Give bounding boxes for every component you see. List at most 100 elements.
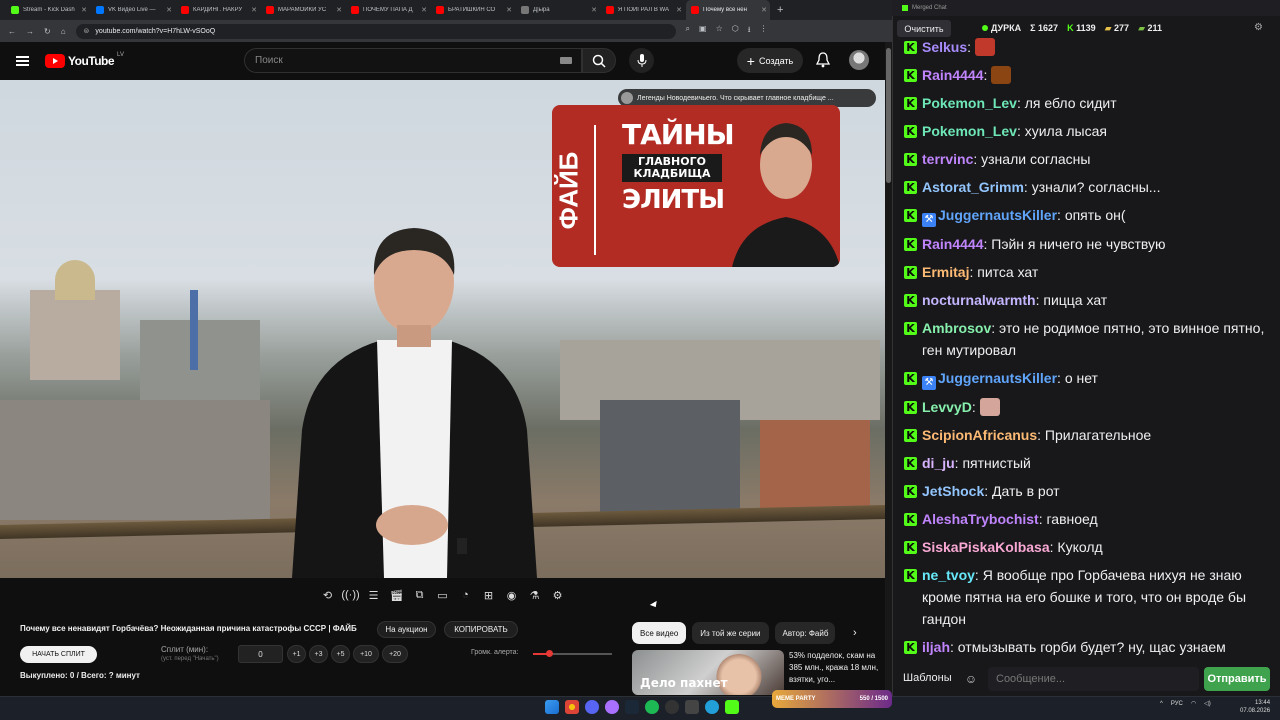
chat-username[interactable]: LevvyD bbox=[922, 399, 972, 415]
chat-username[interactable]: JuggernautsKiller bbox=[938, 207, 1057, 223]
browser-tab[interactable]: VK Видео Live — ✕ bbox=[91, 0, 175, 20]
tab-close-icon[interactable]: ✕ bbox=[761, 6, 767, 14]
increment-button-10[interactable]: +10 bbox=[353, 645, 379, 663]
telegram-icon[interactable] bbox=[705, 700, 719, 714]
app-purple-icon[interactable] bbox=[605, 700, 619, 714]
discord-icon[interactable] bbox=[585, 700, 599, 714]
chat-username[interactable]: Pokemon_Lev bbox=[922, 123, 1017, 139]
meme-party-widget[interactable]: MEME PARTY 550 / 1500 bbox=[772, 690, 892, 708]
tab-close-icon[interactable]: ✕ bbox=[251, 6, 257, 14]
home-icon[interactable]: ⌂ bbox=[61, 27, 66, 36]
search-input[interactable]: Поиск bbox=[244, 48, 582, 73]
extensions-icon[interactable]: ⬡ bbox=[732, 24, 739, 38]
flask-icon[interactable]: ⚗ bbox=[525, 586, 544, 604]
add-clip-icon[interactable]: ⊞ bbox=[479, 586, 498, 604]
browser-tab[interactable]: Д|ыра ✕ bbox=[516, 0, 600, 20]
chat-username[interactable]: iljah bbox=[922, 639, 950, 655]
tab-close-icon[interactable]: ✕ bbox=[591, 6, 597, 14]
increment-button-3[interactable]: +3 bbox=[309, 645, 328, 663]
user-avatar[interactable] bbox=[849, 50, 869, 70]
scrollbar-thumb[interactable] bbox=[886, 48, 891, 183]
chat-username[interactable]: Astorat_Grimm bbox=[922, 179, 1024, 195]
create-button[interactable]: + Создать bbox=[737, 48, 803, 73]
chat-username[interactable]: Rain4444 bbox=[922, 67, 983, 83]
reload-icon[interactable]: ↻ bbox=[44, 27, 51, 36]
speedometer-icon[interactable]: ◔ bbox=[456, 586, 475, 604]
send-button[interactable]: Отправить bbox=[1204, 667, 1270, 691]
steam-icon[interactable] bbox=[625, 700, 639, 714]
obs-icon[interactable] bbox=[665, 700, 679, 714]
picture-in-picture-icon[interactable]: ⧉ bbox=[410, 586, 429, 604]
chrome-icon[interactable] bbox=[565, 700, 579, 714]
keyboard-icon[interactable] bbox=[560, 57, 572, 64]
theater-mode-icon[interactable]: ▭ bbox=[433, 586, 452, 604]
chat-username[interactable]: terrvinc bbox=[922, 151, 973, 167]
clear-chat-button[interactable]: Очистить bbox=[897, 20, 951, 37]
browser-tab[interactable]: КАРДИНГ. НАКРУ ✕ bbox=[176, 0, 260, 20]
chat-username[interactable]: Rain4444 bbox=[922, 236, 983, 252]
tray-chevron-icon[interactable]: ^ bbox=[1160, 701, 1163, 707]
browser-tab[interactable]: Stream - Kick Dash ✕ bbox=[6, 0, 90, 20]
start-windows-icon[interactable] bbox=[545, 700, 559, 714]
split-minutes-input[interactable]: 0 bbox=[238, 645, 283, 663]
chip-all-videos[interactable]: Все видео bbox=[632, 622, 687, 644]
address-bar[interactable]: ⊜ youtube.com/watch?v=H7hLW-vSOoQ bbox=[75, 23, 676, 39]
alert-volume-knob[interactable] bbox=[545, 650, 553, 657]
chip-same-series[interactable]: Из той же серии bbox=[692, 622, 769, 644]
wifi-icon[interactable]: ◠ bbox=[1191, 700, 1196, 707]
tab-close-icon[interactable]: ✕ bbox=[336, 6, 342, 14]
browser-tab[interactable]: БРАТИШКИН СО ✕ bbox=[431, 0, 515, 20]
chat-username[interactable]: ne_tvoy bbox=[922, 567, 975, 583]
forward-icon[interactable]: → bbox=[26, 27, 34, 36]
clock[interactable]: 13:44 07.08.2026 bbox=[1240, 699, 1270, 715]
cast-icon[interactable]: ▣ bbox=[699, 24, 707, 38]
chat-username[interactable]: Pokemon_Lev bbox=[922, 95, 1017, 111]
youtube-logo[interactable]: YouTube LV bbox=[45, 52, 124, 68]
chat-username[interactable]: Ermitaj bbox=[922, 264, 969, 280]
playlist-settings-icon[interactable]: ☰ bbox=[364, 586, 383, 604]
search-button[interactable] bbox=[582, 48, 616, 73]
chevron-right-icon[interactable]: › bbox=[853, 627, 857, 639]
language-indicator[interactable]: РУС bbox=[1171, 701, 1183, 707]
chat-message-input[interactable]: Сообщение... bbox=[988, 667, 1199, 691]
templates-button[interactable]: Шаблоны bbox=[903, 672, 952, 684]
auction-button[interactable]: На аукцион bbox=[377, 621, 436, 638]
increment-button-20[interactable]: +20 bbox=[382, 645, 408, 663]
broadcast-icon[interactable]: ((·)) bbox=[341, 586, 360, 604]
gear-icon[interactable]: ⚙ bbox=[548, 586, 567, 604]
kick-app-icon[interactable] bbox=[725, 700, 739, 714]
chat-username[interactable]: di_ju bbox=[922, 455, 955, 471]
back-icon[interactable]: ← bbox=[8, 27, 16, 36]
browser-tab[interactable]: Почему все нен ✕ bbox=[686, 0, 770, 20]
notifications-bell-icon[interactable] bbox=[815, 52, 831, 68]
browser-tab[interactable]: МАРАМОЙКИ УС ✕ bbox=[261, 0, 345, 20]
loop-icon[interactable]: ⟲ bbox=[318, 586, 337, 604]
tab-close-icon[interactable]: ✕ bbox=[676, 6, 682, 14]
chat-username[interactable]: AleshaTrybochist bbox=[922, 511, 1039, 527]
chat-username[interactable]: SiskaPiskaKolbasa bbox=[922, 539, 1050, 555]
start-split-button[interactable]: НАЧАТЬ СПЛИТ bbox=[20, 646, 97, 663]
chat-username[interactable]: Selkus bbox=[922, 39, 967, 55]
site-info-icon[interactable]: ⊜ bbox=[84, 27, 90, 35]
increment-button-1[interactable]: +1 bbox=[287, 645, 306, 663]
screenshot-camera-icon[interactable]: ◉ bbox=[502, 586, 521, 604]
chip-author[interactable]: Автор: Файб bbox=[774, 622, 835, 644]
voice-search-button[interactable] bbox=[629, 48, 654, 73]
chat-settings-icon[interactable]: ⚙ bbox=[1254, 22, 1263, 33]
tab-close-icon[interactable]: ✕ bbox=[421, 6, 427, 14]
hamburger-menu-icon[interactable] bbox=[16, 56, 29, 66]
copy-button[interactable]: КОПИРОВАТЬ bbox=[444, 621, 518, 638]
chat-username[interactable]: JetShock bbox=[922, 483, 984, 499]
clapperboard-icon[interactable]: 🎬︎ bbox=[387, 586, 406, 604]
app-grid-icon[interactable] bbox=[685, 700, 699, 714]
tab-close-icon[interactable]: ✕ bbox=[166, 6, 172, 14]
emoji-icon[interactable]: ☺ bbox=[960, 668, 982, 690]
bookmark-star-icon[interactable]: ☆ bbox=[716, 24, 723, 38]
chat-username[interactable]: nocturnalwarmth bbox=[922, 292, 1036, 308]
tab-close-icon[interactable]: ✕ bbox=[506, 6, 512, 14]
endscreen-video-card[interactable]: ФАЙБ ТАЙНЫ ГЛАВНОГО КЛАДБИЩА ЭЛИТЫ bbox=[552, 105, 840, 267]
browser-tab[interactable]: ПОЧЕМУ ПАПА Д ✕ bbox=[346, 0, 430, 20]
zoom-icon[interactable]: ⌕ bbox=[686, 24, 690, 38]
new-tab-button[interactable]: + bbox=[771, 0, 789, 20]
tab-close-icon[interactable]: ✕ bbox=[81, 6, 87, 14]
